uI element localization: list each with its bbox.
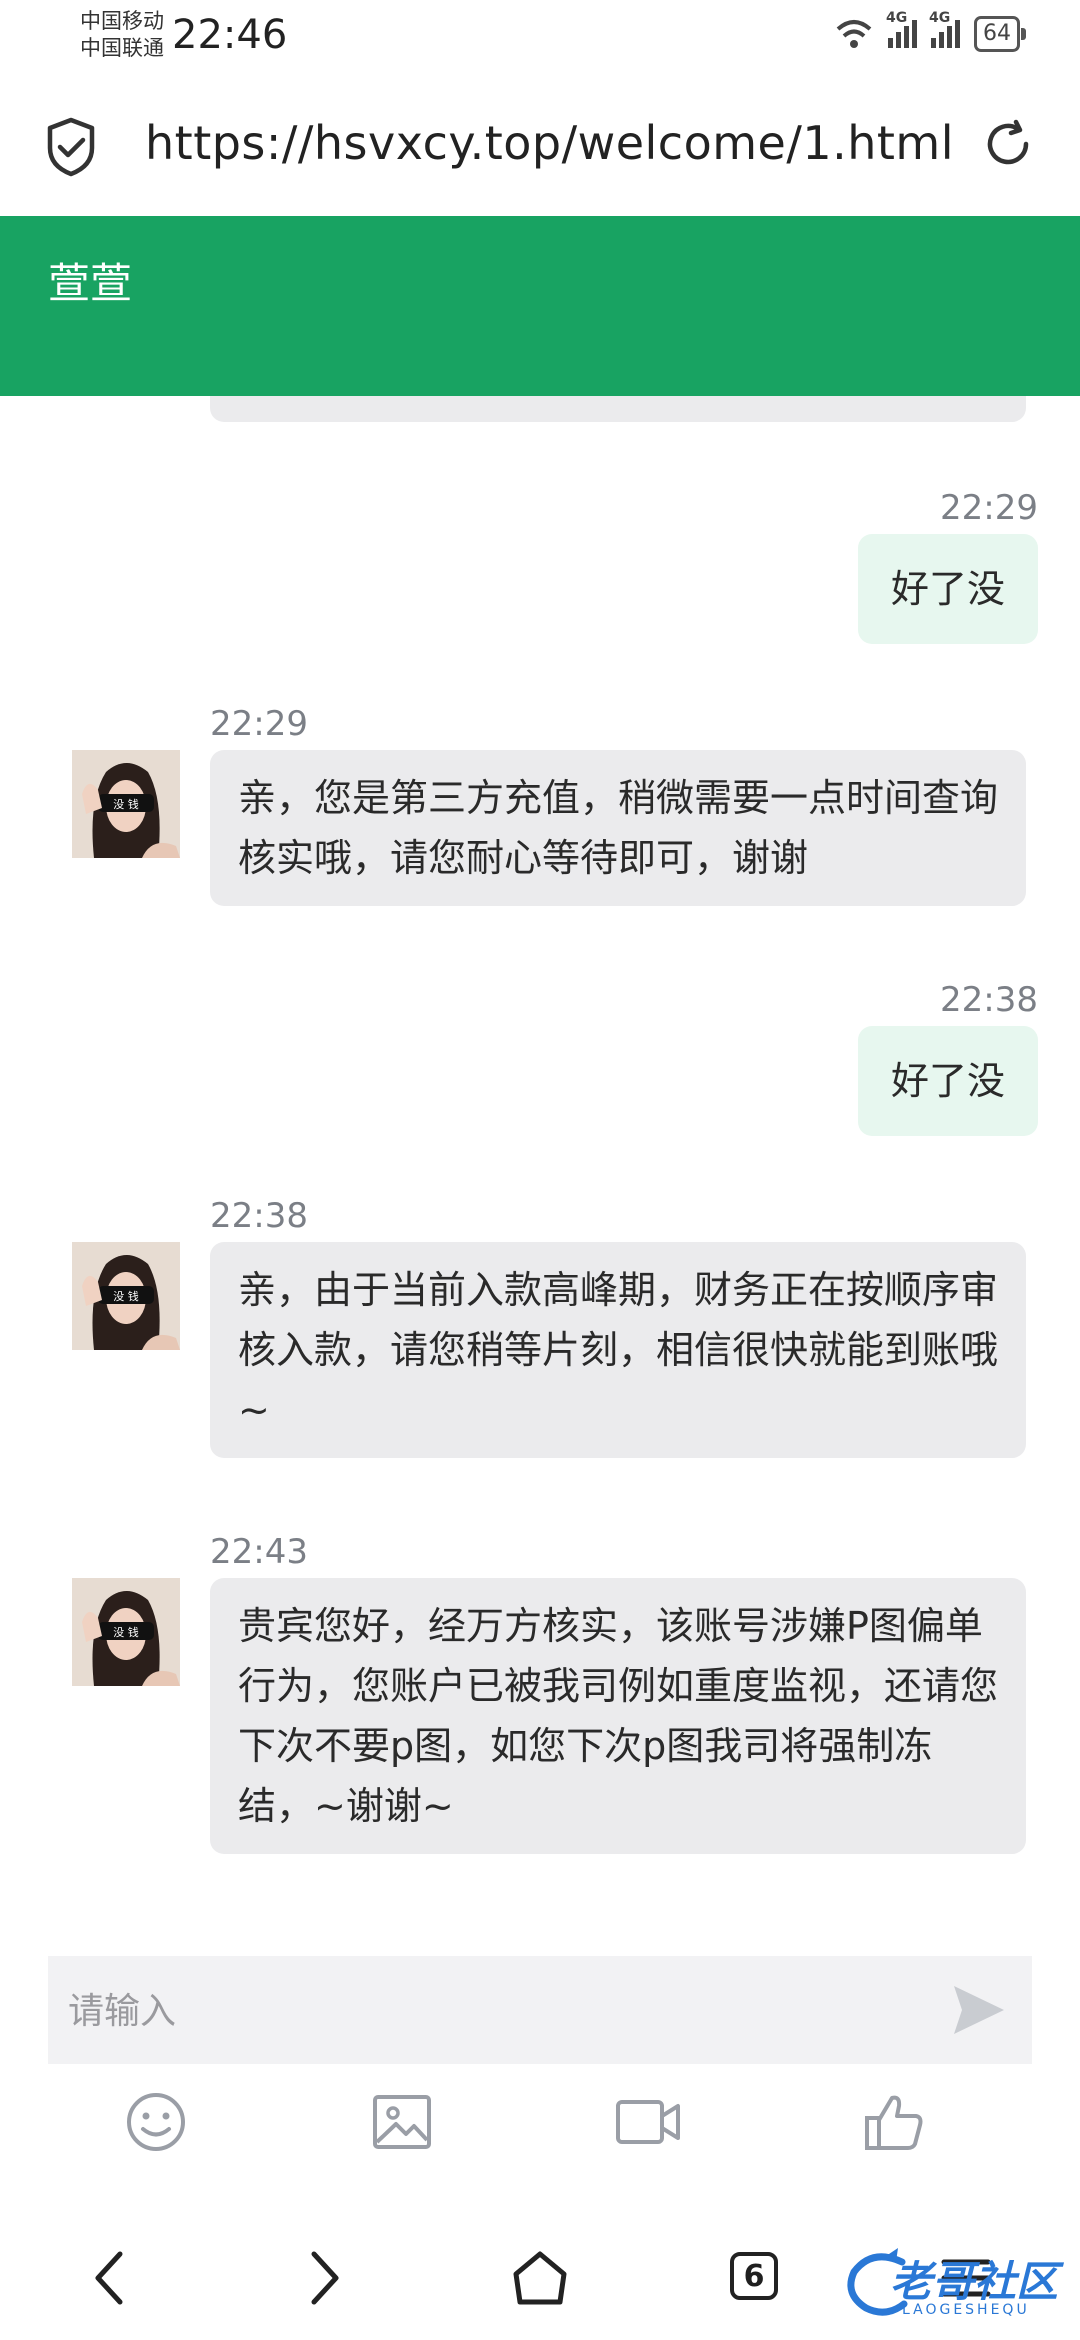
message-bubble-partial	[210, 396, 1026, 422]
system-icons: 4G 4G 64	[834, 10, 1026, 52]
message-bubble-incoming[interactable]: 亲，您是第三方充值，稍微需要一点时间查询核实哦，请您耐心等待即可，谢谢	[210, 750, 1026, 906]
back-icon[interactable]	[90, 2248, 130, 2308]
contact-name: 萱萱	[48, 259, 133, 308]
reload-icon[interactable]	[980, 116, 1036, 172]
chat-header: 萱萱	[0, 216, 1080, 396]
video-icon[interactable]	[614, 2090, 684, 2154]
carrier-labels: 中国移动 中国联通	[80, 8, 164, 62]
message-time: 22:43	[210, 1532, 308, 1572]
message-time: 22:29	[210, 704, 308, 744]
forward-icon[interactable]	[304, 2248, 344, 2308]
url-text[interactable]: https://hsvxcy.top/welcome/1.html	[145, 116, 954, 170]
avatar-badge: 没 钱	[113, 797, 139, 811]
network-type-label: 4G	[929, 10, 951, 26]
message-time: 22:29	[940, 488, 1038, 528]
tabs-count: 6	[743, 2258, 765, 2294]
chat-messages[interactable]: 22:29 好了没 22:29 没 钱 亲，您是第三方充值，稍微需要一点时间查询…	[0, 396, 1080, 1956]
message-time: 22:38	[940, 980, 1038, 1020]
signal-icon: 4G	[886, 10, 917, 48]
message-bubble-incoming[interactable]: 亲，由于当前入款高峰期，财务正在按顺序审核入款，请您稍等片刻，相信很快就能到账哦…	[210, 1242, 1026, 1458]
watermark-title: 老哥社区	[890, 2257, 1059, 2306]
avatar-badge: 没 钱	[113, 1289, 139, 1303]
shield-check-icon[interactable]	[44, 116, 98, 178]
avatar[interactable]: 没 钱	[72, 750, 180, 858]
send-icon[interactable]	[950, 1982, 1008, 2038]
network-type-label: 4G	[886, 10, 908, 26]
avatar-badge: 没 钱	[113, 1625, 139, 1639]
status-bar: 中国移动 中国联通 22:46 4G 4G 64	[0, 0, 1080, 76]
home-icon[interactable]	[510, 2248, 570, 2308]
carrier-1: 中国移动	[80, 9, 164, 33]
message-input[interactable]	[66, 1978, 950, 2044]
carrier-2: 中国联通	[80, 36, 164, 60]
message-bubble-incoming[interactable]: 贵宾您好，经万方核实，该账号涉嫌P图偏单行为，您账户已被我司例如重度监视，还请您…	[210, 1578, 1026, 1854]
avatar-image: 没 钱	[72, 1578, 180, 1686]
status-clock: 22:46	[172, 12, 288, 58]
message-composer	[48, 1956, 1032, 2064]
wifi-icon	[836, 20, 872, 48]
thumbs-up-icon[interactable]	[862, 2090, 926, 2154]
battery-icon: 64	[974, 16, 1026, 52]
tabs-button[interactable]: 6	[730, 2252, 778, 2300]
avatar-image: 没 钱	[72, 750, 180, 858]
avatar[interactable]: 没 钱	[72, 1242, 180, 1350]
watermark-subtitle: LAOGESHEQU	[902, 2302, 1030, 2318]
avatar-image: 没 钱	[72, 1242, 180, 1350]
message-time: 22:38	[210, 1196, 308, 1236]
image-icon[interactable]	[370, 2090, 434, 2154]
avatar[interactable]: 没 钱	[72, 1578, 180, 1686]
signal-icon: 4G	[929, 10, 960, 48]
watermark-logo: 老哥社区 LAOGESHEQU	[842, 2242, 1072, 2324]
browser-address-bar: https://hsvxcy.top/welcome/1.html	[0, 76, 1080, 216]
message-bubble-outgoing[interactable]: 好了没	[858, 1026, 1038, 1136]
emoji-icon[interactable]	[124, 2090, 188, 2154]
composer-toolbar	[0, 2090, 1080, 2210]
message-bubble-outgoing[interactable]: 好了没	[858, 534, 1038, 644]
